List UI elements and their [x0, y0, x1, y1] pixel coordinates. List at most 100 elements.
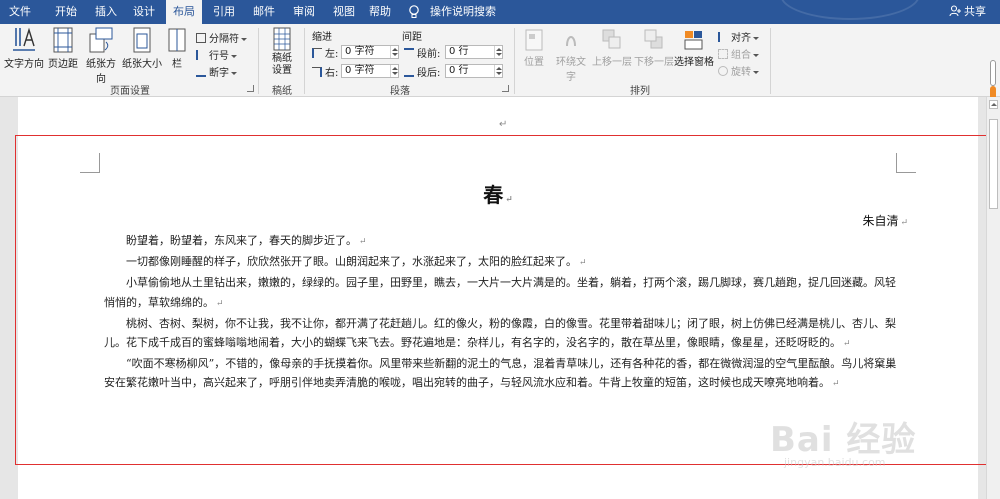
tab-review[interactable]: 审阅	[286, 0, 322, 24]
arrange-group-label: 排列	[630, 86, 650, 97]
breaks-icon	[196, 33, 206, 43]
page-setup-launcher[interactable]	[247, 85, 254, 92]
indent-left-label: 左:	[312, 45, 338, 60]
tab-layout[interactable]: 布局	[166, 0, 202, 24]
text-direction-label: 文字方向	[4, 59, 44, 70]
tab-help[interactable]: 帮助	[362, 0, 398, 24]
paragraph[interactable]: “吹面不寒杨柳风”，不错的，像母亲的手抚摸着你。风里带来些新翻的泥土的气息，混着…	[104, 354, 904, 394]
margins-label: 页边距	[48, 59, 78, 70]
bring-forward-button[interactable]: 上移一层	[592, 28, 632, 68]
document-author[interactable]: 朱自清 ↵	[862, 212, 908, 229]
hyphenation-button[interactable]: 断字	[196, 64, 237, 79]
document-body[interactable]: 盼望着，盼望着，东风来了，春天的脚步近了。 ↵ 一切都像刚睡醒的样子，欣欣然张开了…	[104, 231, 904, 395]
share-button[interactable]: 共享	[949, 0, 986, 24]
draft-paper-icon	[273, 27, 291, 51]
margins-icon	[53, 27, 73, 53]
group-separator	[304, 28, 305, 94]
line-numbers-button[interactable]: 行号	[196, 47, 237, 62]
orientation-label: 纸张方向	[86, 59, 116, 85]
ribbon: 文字方向 页边距 纸张方向 纸张大小 栏 分隔符 行号 断字 页面设置 稿纸设置…	[0, 24, 1000, 112]
baidu-jingyan-watermark: Bai 经验 jingyan.baidu.com	[770, 420, 917, 469]
ribbon-tab-bar: 文件 开始 插入 设计 布局 引用 邮件 审阅 视图 帮助 操作说明搜索 共享	[0, 0, 1000, 24]
paper-size-button[interactable]: 纸张大小	[122, 26, 162, 70]
selection-pane-button[interactable]: 选择窗格	[674, 28, 714, 68]
align-icon	[718, 32, 728, 42]
indent-left-input[interactable]: 0 字符	[341, 45, 399, 59]
rotate-button[interactable]: 旋转	[718, 63, 759, 78]
group-separator	[770, 28, 771, 94]
vertical-scrollbar[interactable]	[986, 97, 1000, 499]
tab-design[interactable]: 设计	[126, 0, 162, 24]
empty-paragraph-mark: ↵	[499, 119, 508, 130]
selection-pane-label: 选择窗格	[674, 57, 714, 68]
hyphenation-label: 断字	[209, 68, 229, 79]
tell-me-search[interactable]: 操作说明搜索	[430, 0, 496, 24]
paper-size-label: 纸张大小	[122, 59, 162, 70]
person-add-icon	[949, 5, 961, 17]
spacing-before-label: 段前:	[404, 45, 440, 60]
title-bar-decoration	[780, 0, 920, 20]
page-setup-group-label: 页面设置	[110, 86, 150, 97]
draft-paper-label: 稿纸设置	[272, 53, 292, 76]
group-separator	[258, 28, 259, 94]
share-label: 共享	[964, 5, 986, 18]
paper-size-icon	[133, 27, 151, 53]
indent-title: 缩进	[312, 32, 332, 43]
tab-home[interactable]: 开始	[48, 0, 84, 24]
columns-icon	[168, 28, 186, 52]
paragraph-launcher[interactable]	[502, 85, 509, 92]
send-backward-icon	[644, 29, 663, 49]
position-button[interactable]: 位置	[520, 28, 548, 68]
group-label: 组合	[731, 50, 751, 61]
indent-right-input[interactable]: 0 字符	[341, 64, 399, 78]
position-icon	[525, 29, 543, 51]
wrap-text-icon	[566, 36, 576, 47]
tab-mailings[interactable]: 邮件	[246, 0, 282, 24]
tab-view[interactable]: 视图	[326, 0, 362, 24]
paragraph[interactable]: 盼望着，盼望着，东风来了，春天的脚步近了。 ↵	[104, 231, 904, 252]
paragraph[interactable]: 小草偷偷地从土里钻出来，嫩嫩的，绿绿的。园子里，田野里，瞧去，一大片一大片满是的…	[104, 273, 904, 313]
paragraph[interactable]: 桃树、杏树、梨树，你不让我，我不让你，都开满了花赶趟儿。红的像火，粉的像霞，白的…	[104, 314, 904, 354]
align-button[interactable]: 对齐	[718, 29, 759, 44]
paragraph[interactable]: 一切都像刚睡醒的样子，欣欣然张开了眼。山朗润起来了，水涨起来了，太阳的脸红起来了…	[104, 252, 904, 273]
hyphenation-icon	[196, 67, 206, 77]
margins-button[interactable]: 页边距	[46, 26, 80, 70]
indent-right-label: 右:	[312, 64, 338, 79]
orientation-icon	[89, 27, 113, 53]
line-numbers-label: 行号	[209, 51, 229, 62]
rotate-icon	[718, 66, 728, 76]
bring-forward-label: 上移一层	[592, 57, 632, 68]
tab-file[interactable]: 文件	[0, 0, 40, 24]
breaks-button[interactable]: 分隔符	[196, 30, 247, 45]
wrap-text-button[interactable]: 环绕文字	[552, 28, 590, 83]
position-label: 位置	[524, 57, 544, 68]
text-direction-button[interactable]: 文字方向	[4, 26, 44, 70]
scroll-thumb[interactable]	[989, 119, 998, 209]
text-direction-icon	[13, 27, 35, 51]
group-icon	[718, 49, 728, 59]
bring-forward-icon	[602, 29, 621, 49]
rotate-label: 旋转	[731, 67, 751, 78]
orientation-button[interactable]: 纸张方向	[82, 26, 120, 85]
lightbulb-icon[interactable]	[408, 5, 420, 19]
tab-insert[interactable]: 插入	[88, 0, 124, 24]
line-numbers-icon	[196, 50, 206, 60]
send-backward-label: 下移一层	[634, 57, 674, 68]
send-backward-button[interactable]: 下移一层	[634, 28, 674, 68]
tab-references[interactable]: 引用	[206, 0, 242, 24]
spacing-title: 间距	[402, 32, 422, 43]
scroll-up-arrow[interactable]	[989, 100, 998, 109]
document-title[interactable]: 春 ↵	[18, 179, 978, 208]
columns-label: 栏	[172, 59, 182, 70]
draft-paper-button[interactable]: 稿纸设置	[264, 26, 300, 77]
columns-button[interactable]: 栏	[166, 26, 188, 70]
paragraph-group-label: 段落	[390, 86, 410, 97]
group-separator	[514, 28, 515, 94]
spacing-after-input[interactable]: 0 行	[445, 64, 503, 78]
spacing-after-label: 段后:	[404, 64, 440, 79]
spacing-before-input[interactable]: 0 行	[445, 45, 503, 59]
align-label: 对齐	[731, 33, 751, 44]
group-button[interactable]: 组合	[718, 46, 759, 61]
margin-corner-mark	[80, 153, 100, 173]
margin-corner-mark	[896, 153, 916, 173]
